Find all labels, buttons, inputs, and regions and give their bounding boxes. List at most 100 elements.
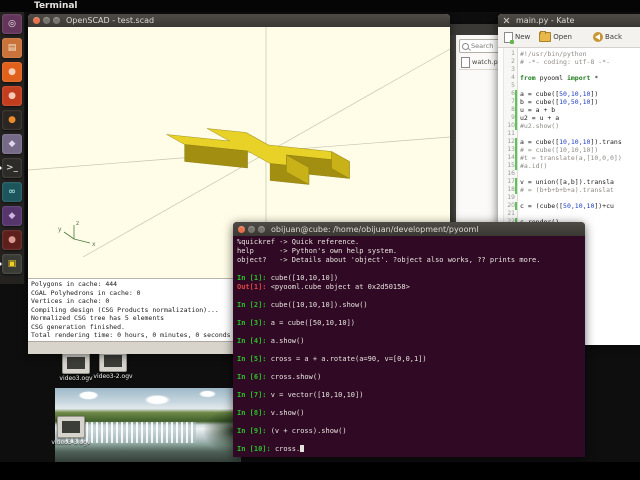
desktop-file-video3-2[interactable]: video3-2.ogv	[92, 350, 134, 380]
launcher-item-software-center[interactable]: ◆	[2, 134, 22, 154]
running-indicator	[0, 261, 2, 267]
code-line: #a.id()	[520, 162, 548, 170]
axis-label-z: z	[76, 220, 79, 227]
line-number: 18	[504, 186, 517, 194]
launcher-item-openscad[interactable]: ▣	[0, 254, 22, 274]
new-document-icon	[504, 31, 514, 44]
maximize-button[interactable]	[258, 225, 265, 233]
background-window-titlebar[interactable]	[448, 24, 502, 35]
openscad-icon: ▣	[7, 259, 17, 269]
line-number: 2	[511, 58, 515, 65]
launcher-item-firefox[interactable]: ●	[2, 110, 22, 130]
back-button[interactable]: Back	[593, 32, 622, 42]
maximize-button[interactable]	[53, 17, 60, 24]
launcher-item-music-app[interactable]: ●	[2, 62, 22, 82]
line-number: 15	[504, 162, 517, 170]
launcher-item-dash-home[interactable]: ◎	[2, 14, 22, 34]
code-line: u2 = u + a	[520, 114, 560, 122]
line-number: 12	[504, 138, 517, 146]
software-center-icon: ◆	[8, 139, 16, 149]
line-number: 14	[504, 154, 517, 162]
open-button-label: Open	[553, 33, 572, 41]
launcher-item-purple-app[interactable]: ◆	[2, 206, 22, 226]
window-title: main.py - Kate	[516, 16, 575, 25]
kate-titlebar[interactable]: main.py - Kate	[498, 14, 640, 27]
code-line: a = cube([50,10,10])	[520, 90, 599, 98]
cross-model	[166, 128, 350, 185]
file-tab-watchpy[interactable]: watch.py	[459, 55, 502, 70]
video-file-icon	[57, 416, 85, 438]
terminal-window: obijuan@cube: /home/obijuan/development/…	[233, 222, 585, 457]
maroon-app-icon: ●	[8, 235, 16, 245]
terminal-line: %quickref -> Quick reference.	[237, 238, 360, 246]
axis-indicator: x y z	[58, 220, 96, 248]
dash-home-icon: ◎	[8, 19, 16, 29]
terminal-line: In [10]: cross.	[237, 445, 581, 454]
window-title: OpenSCAD - test.scad	[66, 16, 155, 25]
focused-app-name: Terminal	[34, 1, 78, 11]
video-file-icon	[62, 352, 90, 374]
line-number: 1	[511, 50, 515, 57]
terminal-line: In [4]: a.show()	[237, 337, 305, 345]
search-input[interactable]: Search	[459, 39, 500, 53]
new-button[interactable]: New	[504, 31, 531, 44]
line-number: 5	[511, 82, 515, 89]
back-button-label: Back	[605, 33, 622, 41]
file-label: video3-2.ogv	[93, 373, 133, 380]
terminal-icon: >_	[5, 163, 19, 173]
top-panel: Terminal	[0, 0, 640, 12]
search-placeholder: Search	[471, 42, 494, 50]
file-label: video3-3.ogv	[51, 439, 91, 446]
code-line: a = cube([10,10,10]).trans	[520, 138, 622, 146]
kate-toolbar: New Open Back	[498, 27, 640, 48]
terminal-output[interactable]: %quickref -> Quick reference. help -> Pyt…	[233, 236, 585, 457]
music-app-icon: ●	[8, 67, 16, 77]
terminal-line: help -> Python's own help system.	[237, 247, 398, 255]
firefox-icon: ●	[8, 115, 16, 125]
file-label: video3.ogv	[59, 375, 93, 382]
terminal-line: Out[1]: <pyooml.cube object at 0x2d50158…	[237, 283, 410, 291]
close-icon[interactable]	[503, 17, 510, 24]
files-icon: ▤	[7, 43, 17, 53]
launcher-item-ubuntu-one[interactable]: ●	[2, 86, 22, 106]
open-button[interactable]: Open	[539, 31, 572, 42]
terminal-line: In [7]: v = vector([10,10,10])	[237, 391, 364, 399]
code-line: # = (b+b+b+b+a).translat	[520, 186, 614, 194]
launcher-item-chat-app[interactable]: ∞	[2, 182, 22, 202]
close-button[interactable]	[33, 17, 40, 24]
launcher-item-files[interactable]: ▤	[2, 38, 22, 58]
launcher-item-maroon-app[interactable]: ●	[2, 230, 22, 250]
terminal-line: In [2]: cube([10,10,10]).show()	[237, 301, 368, 309]
openscad-titlebar[interactable]: OpenSCAD - test.scad	[28, 14, 450, 27]
ubuntu-one-icon: ●	[8, 91, 16, 101]
line-number: 20	[504, 202, 517, 210]
terminal-line: In [9]: (v + cross).show()	[237, 427, 347, 435]
new-button-label: New	[515, 33, 531, 41]
code-line: u = a + b	[520, 106, 556, 114]
code-line: # = cube([10,10,10])	[520, 146, 599, 154]
close-button[interactable]	[238, 225, 245, 233]
launcher-item-terminal[interactable]: >_	[0, 158, 22, 178]
desktop-file-video3[interactable]: video3.ogv	[55, 352, 97, 382]
line-number: 4	[511, 74, 515, 81]
code-line: from pyooml import *	[520, 74, 599, 82]
window-title: obijuan@cube: /home/obijuan/development/…	[271, 224, 479, 234]
minimize-button[interactable]	[248, 225, 255, 233]
terminal-titlebar[interactable]: obijuan@cube: /home/obijuan/development/…	[233, 222, 585, 236]
line-number: 10	[504, 122, 517, 130]
line-number: 3	[511, 66, 515, 73]
desktop-file-video3-3[interactable]: video3-3.ogv	[50, 416, 92, 446]
search-icon	[462, 42, 469, 50]
minimize-button[interactable]	[43, 17, 50, 24]
axis-label-x: x	[92, 241, 96, 248]
desktop-screen: video3.ogv video3-2.ogv video3-3.ogv Sea…	[0, 0, 640, 480]
